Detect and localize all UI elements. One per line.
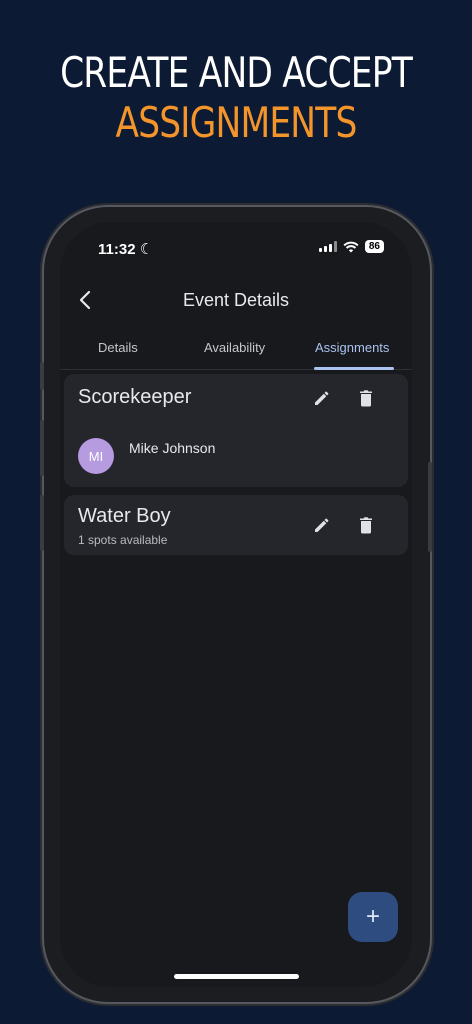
tab-availability[interactable]: Availability	[204, 340, 265, 355]
headline-line-2: ASSIGNMENTS	[115, 98, 357, 147]
status-time: 11:32 ☾	[98, 241, 154, 258]
delete-icon[interactable]	[354, 513, 378, 537]
status-icons: 86	[318, 240, 384, 253]
battery-icon: 86	[364, 240, 384, 253]
tab-bar: Details Availability Assignments	[60, 332, 412, 370]
plus-icon: +	[365, 903, 380, 930]
phone-side-button	[40, 362, 44, 390]
delete-icon[interactable]	[354, 386, 378, 410]
assignment-title: Water Boy	[78, 505, 171, 527]
page-title: Event Details	[182, 290, 290, 310]
app-screen: 11:32 ☾ 86 Event Details Details Availab…	[60, 222, 412, 987]
assignee-name: Mike Johnson	[129, 440, 216, 456]
assignment-title: Scorekeeper	[78, 386, 192, 408]
assignment-card[interactable]: Scorekeeper MI Mike Johnson	[64, 374, 408, 487]
signal-icon	[318, 241, 337, 252]
assignment-card[interactable]: Water Boy 1 spots available	[64, 495, 408, 555]
phone-side-button	[40, 420, 44, 476]
active-tab-indicator	[314, 367, 394, 370]
home-indicator[interactable]	[174, 974, 299, 979]
phone-side-button	[428, 462, 432, 552]
tab-assignments[interactable]: Assignments	[315, 340, 389, 355]
moon-icon: ☾	[139, 241, 154, 258]
phone-side-button	[40, 495, 44, 551]
add-assignment-button[interactable]: +	[348, 892, 398, 942]
wifi-icon	[343, 241, 359, 252]
headline-line-1: CREATE AND ACCEPT	[60, 48, 413, 97]
tab-details[interactable]: Details	[98, 340, 138, 355]
avatar: MI	[78, 438, 114, 474]
edit-icon[interactable]	[310, 386, 334, 410]
spots-available-text: 1 spots available	[78, 533, 168, 547]
edit-icon[interactable]	[310, 513, 334, 537]
